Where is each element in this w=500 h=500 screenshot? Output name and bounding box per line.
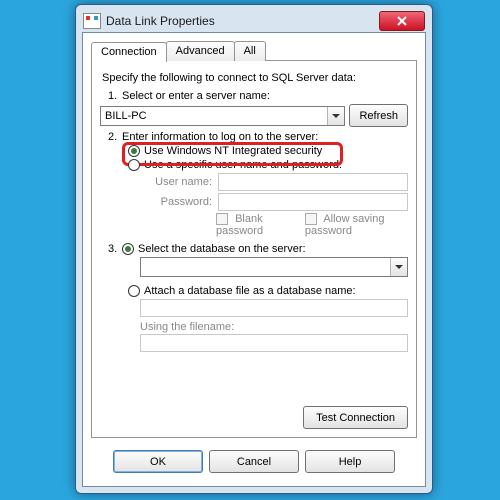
allow-save-input bbox=[305, 213, 317, 225]
step-3: 3. Select the database on the server: bbox=[108, 243, 408, 255]
close-icon bbox=[397, 16, 407, 26]
app-icon bbox=[83, 13, 101, 29]
dialog-buttons: OK Cancel Help bbox=[91, 450, 417, 473]
attach-dbname-input bbox=[140, 299, 408, 317]
client-area: Connection Advanced All Specify the foll… bbox=[82, 32, 426, 487]
tab-connection[interactable]: Connection bbox=[91, 42, 167, 62]
username-input bbox=[218, 173, 408, 191]
tab-all[interactable]: All bbox=[234, 41, 266, 61]
radio-select-db-label: Select the database on the server: bbox=[138, 243, 306, 255]
tab-strip: Connection Advanced All bbox=[91, 41, 417, 61]
server-name-combo[interactable]: BILL-PC bbox=[100, 106, 345, 126]
intro-text: Specify the following to connect to SQL … bbox=[102, 72, 408, 84]
step2-number: 2. bbox=[108, 131, 122, 143]
radio-attach-db-input[interactable] bbox=[128, 285, 140, 297]
tab-advanced[interactable]: Advanced bbox=[166, 41, 235, 61]
test-connection-button[interactable]: Test Connection bbox=[303, 406, 408, 429]
database-combo[interactable] bbox=[140, 257, 408, 277]
radio-specific-label: Use a specific user name and password: bbox=[144, 159, 342, 171]
step1-label: Select or enter a server name: bbox=[122, 90, 270, 102]
server-name-value: BILL-PC bbox=[101, 110, 327, 122]
help-button[interactable]: Help bbox=[305, 450, 395, 473]
allow-save-check: Allow saving password bbox=[305, 213, 408, 237]
filename-input bbox=[140, 334, 408, 352]
ok-button[interactable]: OK bbox=[113, 450, 203, 473]
username-label: User name: bbox=[146, 176, 218, 188]
radio-integrated-label: Use Windows NT Integrated security bbox=[144, 145, 322, 157]
dialog-window: Data Link Properties Connection Advanced… bbox=[75, 4, 433, 494]
step1-number: 1. bbox=[108, 90, 122, 102]
blank-password-input bbox=[216, 213, 228, 225]
tab-panel-connection: Specify the following to connect to SQL … bbox=[91, 60, 417, 438]
cancel-button[interactable]: Cancel bbox=[209, 450, 299, 473]
titlebar: Data Link Properties bbox=[81, 10, 427, 32]
password-input bbox=[218, 193, 408, 211]
radio-specific-user[interactable]: Use a specific user name and password: bbox=[128, 159, 408, 171]
radio-select-db[interactable]: Select the database on the server: bbox=[122, 243, 306, 255]
radio-select-db-input[interactable] bbox=[122, 243, 134, 255]
password-label: Password: bbox=[146, 196, 218, 208]
step-2: 2. Enter information to log on to the se… bbox=[108, 131, 408, 143]
chevron-down-icon[interactable] bbox=[390, 258, 407, 276]
refresh-button[interactable]: Refresh bbox=[349, 104, 408, 127]
chevron-down-icon[interactable] bbox=[327, 107, 344, 125]
close-button[interactable] bbox=[379, 11, 425, 31]
window-title: Data Link Properties bbox=[106, 14, 215, 28]
step3-number: 3. bbox=[108, 243, 122, 255]
using-filename-label: Using the filename: bbox=[140, 321, 408, 333]
radio-integrated-input[interactable] bbox=[128, 145, 140, 157]
step-1: 1. Select or enter a server name: bbox=[108, 90, 408, 102]
radio-attach-db-label: Attach a database file as a database nam… bbox=[144, 285, 356, 297]
radio-attach-db[interactable]: Attach a database file as a database nam… bbox=[128, 285, 408, 297]
blank-password-check: Blank password bbox=[216, 213, 293, 237]
step2-label: Enter information to log on to the serve… bbox=[122, 131, 318, 143]
radio-specific-input[interactable] bbox=[128, 159, 140, 171]
radio-integrated-security[interactable]: Use Windows NT Integrated security bbox=[128, 145, 408, 157]
